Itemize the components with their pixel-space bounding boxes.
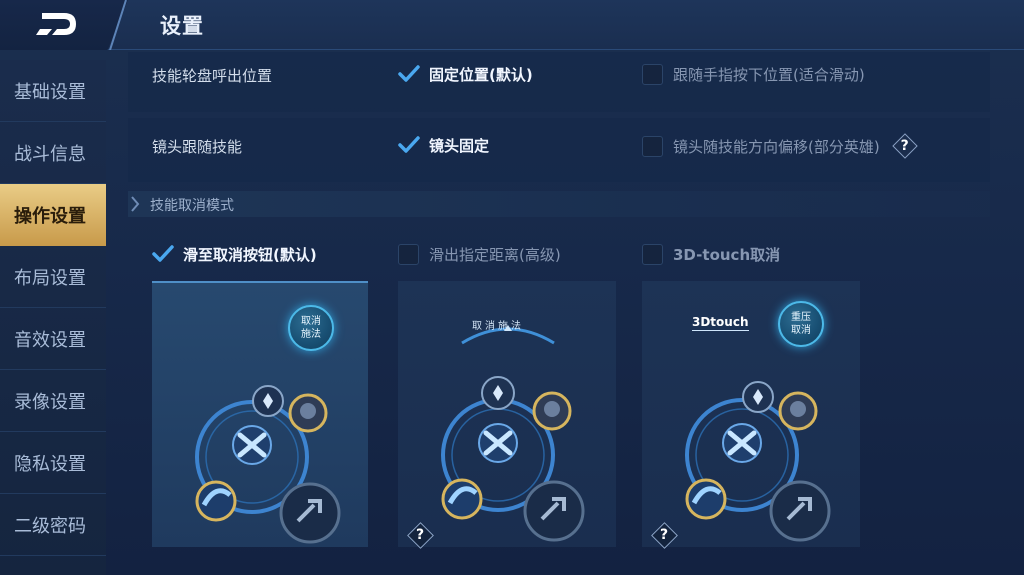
preview-card-3dtouch[interactable]: 3Dtouch 重压 取消 ?: [642, 281, 860, 547]
sidebar-item-replay[interactable]: 录像设置: [0, 370, 106, 432]
option-cancel-distance[interactable]: 滑出指定距离(高级): [398, 244, 561, 265]
option-cancel-3dtouch-label: 3D-touch取消: [673, 246, 781, 264]
question-icon: ?: [900, 138, 909, 154]
preview-card-cancel-distance[interactable]: 取消施法 ?: [398, 281, 616, 547]
check-icon: [398, 65, 420, 82]
option-camera-fixed-label: 镜头固定: [429, 137, 490, 155]
checkbox-camera-fixed[interactable]: [398, 135, 420, 156]
distance-help-button[interactable]: ?: [408, 523, 432, 547]
sidebar-item-battle-info[interactable]: 战斗信息: [0, 122, 106, 184]
sidebar: 基础设置 战斗信息 操作设置 布局设置 音效设置 录像设置 隐私设置 二级密码: [0, 60, 106, 575]
checkbox-cancel-button[interactable]: [152, 244, 174, 265]
skill-wheel-illustration: [685, 381, 831, 542]
checkbox-cancel-3dtouch[interactable]: [642, 244, 663, 265]
press-cancel-button: 重压 取消: [778, 301, 824, 347]
sidebar-item-password[interactable]: 二级密码: [0, 494, 106, 556]
checkbox-wheel-fixed[interactable]: [398, 64, 420, 85]
cancel-arc-label: 取消施法: [472, 321, 524, 332]
checkbox-cancel-distance[interactable]: [398, 244, 419, 265]
sidebar-item-audio[interactable]: 音效设置: [0, 308, 106, 370]
option-cancel-button[interactable]: 滑至取消按钮(默认): [152, 244, 317, 265]
back-arrow-icon: [36, 13, 76, 35]
question-icon: ?: [415, 527, 425, 543]
check-icon: [152, 245, 174, 262]
checkbox-wheel-follow[interactable]: [642, 64, 663, 85]
topbar-divider-icon: [109, 0, 127, 50]
page-title: 设置: [160, 14, 204, 38]
question-icon: ?: [659, 527, 669, 543]
section-title: 技能取消模式: [150, 198, 234, 214]
3dtouch-tag: 3Dtouch: [692, 315, 749, 331]
sidebar-item-layout[interactable]: 布局设置: [0, 246, 106, 308]
sidebar-item-privacy[interactable]: 隐私设置: [0, 432, 106, 494]
press-cancel-text: 重压 取消: [791, 312, 811, 336]
option-wheel-follow[interactable]: 跟随手指按下位置(适合滑动): [642, 64, 865, 85]
option-camera-fixed[interactable]: 镜头固定: [398, 135, 489, 156]
chevron-right-icon: [131, 196, 140, 212]
option-camera-offset-label: 镜头随技能方向偏移(部分英雄): [673, 137, 880, 156]
section-header: [128, 191, 990, 217]
camera-label: 镜头跟随技能: [152, 138, 243, 156]
preview-card-cancel-button[interactable]: 取消 施法: [152, 281, 368, 547]
check-icon: [398, 136, 420, 153]
checkbox-camera-offset[interactable]: [642, 135, 663, 157]
cancel-cast-button: 取消 施法: [288, 305, 334, 351]
option-wheel-follow-label: 跟随手指按下位置(适合滑动): [673, 66, 865, 84]
skill-wheel-illustration: [195, 385, 341, 544]
option-wheel-fixed[interactable]: 固定位置(默认): [398, 64, 533, 85]
skill-wheel-label: 技能轮盘呼出位置: [152, 67, 273, 85]
camera-help-button[interactable]: ?: [894, 135, 916, 157]
cancel-cast-text: 取消 施法: [301, 316, 321, 340]
option-cancel-3dtouch[interactable]: 3D-touch取消: [642, 244, 780, 265]
option-wheel-fixed-label: 固定位置(默认): [429, 66, 533, 84]
top-bar: 设置: [0, 0, 1024, 50]
sidebar-item-basic[interactable]: 基础设置: [0, 60, 106, 122]
3dtouch-help-button[interactable]: ?: [652, 523, 676, 547]
option-camera-offset[interactable]: 镜头随技能方向偏移(部分英雄) ?: [642, 135, 916, 157]
sidebar-item-controls[interactable]: 操作设置: [0, 184, 106, 246]
option-cancel-distance-label: 滑出指定距离(高级): [429, 246, 561, 264]
option-cancel-button-label: 滑至取消按钮(默认): [183, 246, 317, 264]
